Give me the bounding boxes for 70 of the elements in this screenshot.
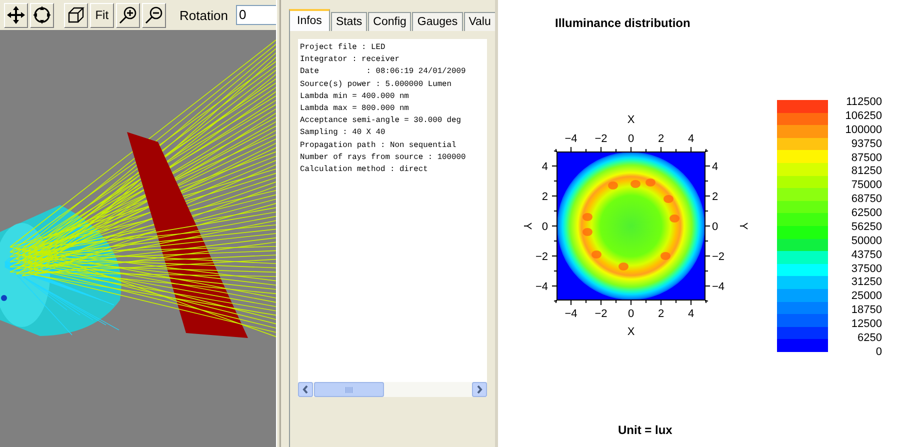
colorbar-label: 0 <box>876 346 882 358</box>
cube-button[interactable] <box>64 2 88 28</box>
tick-label: 0 <box>542 221 548 233</box>
tab[interactable]: Gauges <box>412 12 463 31</box>
colorbar-label: 50000 <box>851 234 882 247</box>
tick-label: 2 <box>658 133 664 145</box>
colorbar-label: 12500 <box>851 318 882 330</box>
colorbar-label: 31250 <box>851 276 882 288</box>
chevron-left-icon <box>302 385 309 394</box>
zoom-in-button[interactable] <box>116 2 140 28</box>
tick-label: −4 <box>712 281 725 293</box>
tick-label: 2 <box>712 191 718 203</box>
colorbar-label: 75000 <box>851 179 882 192</box>
target-button[interactable] <box>30 2 54 28</box>
tab[interactable]: Stats <box>330 12 368 31</box>
colorbar-label: 68750 <box>851 193 882 206</box>
tick-label: −2 <box>535 251 548 263</box>
zoom-out-icon <box>144 5 164 25</box>
unit-label: Unit = lux <box>618 423 674 437</box>
colorbar-label: 112500 <box>846 96 882 108</box>
colorbar-label: 43750 <box>851 248 882 261</box>
tick-label: 0 <box>712 221 718 233</box>
tick-label: −2 <box>594 308 608 320</box>
x-axis-title: X <box>627 114 635 126</box>
tick-label: −4 <box>564 308 578 320</box>
colorbar-label: 18750 <box>851 304 882 316</box>
chart-title: Illuminance distribution <box>555 16 692 30</box>
colorbar-label: 6250 <box>858 332 882 344</box>
tick-label: 4 <box>688 308 694 320</box>
colorbar-label: 93750 <box>851 138 882 150</box>
y-axis-title: Y <box>737 222 749 230</box>
colorbar-label: 37500 <box>851 262 882 274</box>
scroll-right-button[interactable] <box>472 382 487 397</box>
tick-label: 4 <box>688 133 694 145</box>
y-axis-title: Y <box>521 222 533 230</box>
colorbar-label: 87500 <box>851 152 882 164</box>
move-icon <box>6 5 26 25</box>
colorbar-label: 56250 <box>851 220 882 233</box>
tick-label: 0 <box>628 308 634 320</box>
tick-label: −2 <box>712 251 725 263</box>
colorbar-label: 81250 <box>851 165 882 178</box>
rotation-label: Rotation <box>180 8 228 22</box>
move-button[interactable] <box>4 2 28 28</box>
cube-icon <box>66 5 86 25</box>
tick-label: −4 <box>564 133 578 145</box>
tick-label: −2 <box>594 133 608 145</box>
horizontal-scrollbar[interactable] <box>298 382 487 397</box>
tick-label: 2 <box>658 308 664 320</box>
tab[interactable]: Valu <box>464 12 495 31</box>
x-axis-title: X <box>627 326 635 338</box>
chevron-right-icon <box>476 385 483 394</box>
colorbar-label: 106250 <box>845 110 882 122</box>
rotation-field[interactable]: 0 <box>236 5 276 25</box>
crosshair-icon <box>32 5 52 25</box>
tick-label: −4 <box>535 281 548 293</box>
tick-label: 4 <box>712 161 718 173</box>
tab[interactable]: Infos <box>289 9 330 31</box>
tab[interactable]: Config <box>368 12 412 31</box>
tick-label: 2 <box>542 191 548 203</box>
zoom-out-button[interactable] <box>142 2 166 28</box>
colorbar-label: 62500 <box>851 207 882 219</box>
zoom-in-icon <box>118 5 138 25</box>
scroll-left-button[interactable] <box>298 382 313 397</box>
scroll-thumb[interactable] <box>314 382 384 397</box>
colorbar-label: 100000 <box>845 124 882 136</box>
info-text-box[interactable] <box>298 39 487 397</box>
tick-label: 4 <box>542 161 548 173</box>
tick-label: 0 <box>628 133 634 145</box>
fit-button[interactable]: Fit <box>90 2 114 28</box>
colorbar-label: 25000 <box>851 290 882 302</box>
